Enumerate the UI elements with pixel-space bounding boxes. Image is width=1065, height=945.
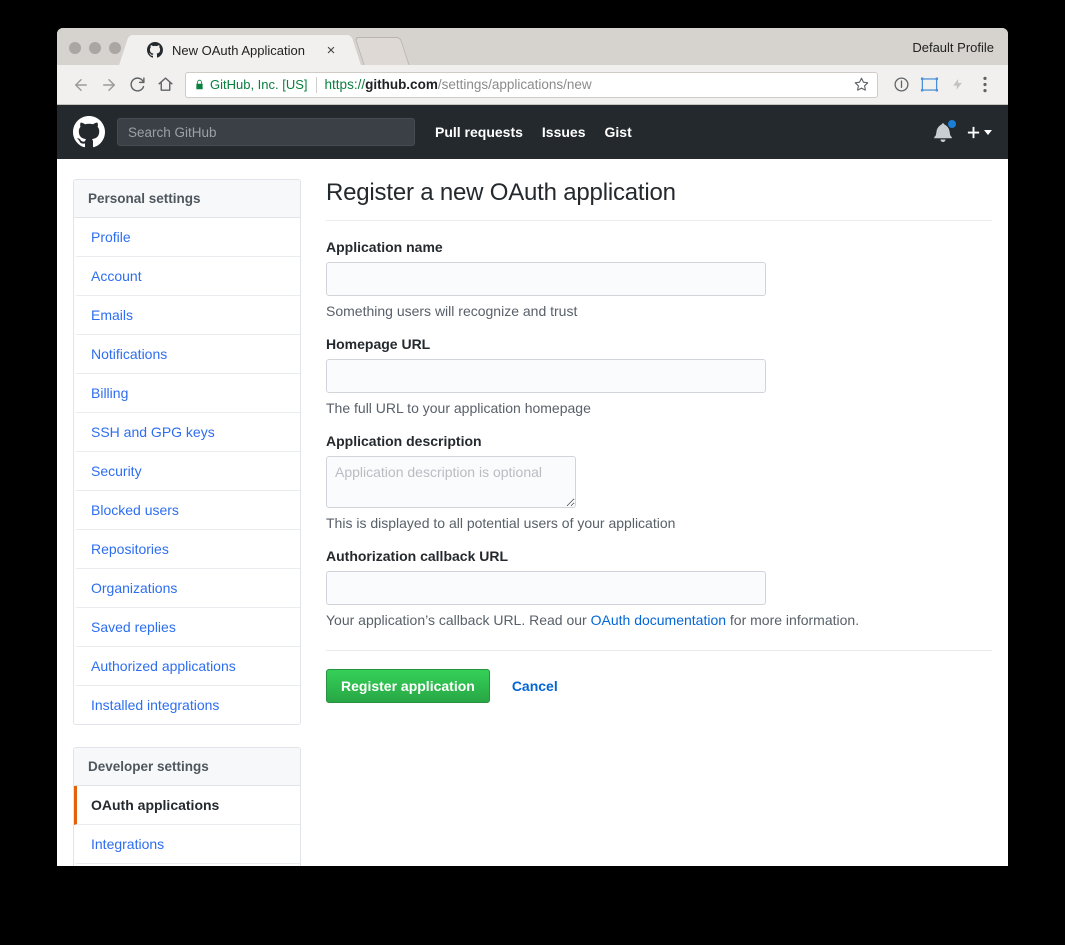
sidebar-item-saved-replies[interactable]: Saved replies <box>74 608 300 647</box>
reload-icon[interactable] <box>123 71 151 99</box>
sidebar-item-ssh-gpg-keys[interactable]: SSH and GPG keys <box>74 413 300 452</box>
note-application-description: This is displayed to all potential users… <box>326 515 992 531</box>
label-authorization-callback-url: Authorization callback URL <box>326 548 992 564</box>
lock-icon <box>194 78 205 91</box>
url-host: github.com <box>365 77 438 92</box>
nav-issues[interactable]: Issues <box>542 124 586 140</box>
form-actions: Register application Cancel <box>326 669 992 703</box>
actions-divider <box>326 650 992 651</box>
register-application-button[interactable]: Register application <box>326 669 490 703</box>
maximize-window-button[interactable] <box>109 42 121 54</box>
sidebar-heading-developer: Developer settings <box>74 748 300 786</box>
sidebar-item-organizations[interactable]: Organizations <box>74 569 300 608</box>
developer-settings-group: Developer settings OAuth applications In… <box>73 747 301 866</box>
sidebar-item-personal-access-tokens[interactable]: Personal access tokens <box>74 864 300 866</box>
search-input[interactable] <box>117 118 415 146</box>
field-application-description: Application description This is displaye… <box>326 433 992 531</box>
overflow-menu-icon[interactable] <box>972 72 998 98</box>
note-authorization-callback-url: Your application’s callback URL. Read ou… <box>326 612 992 628</box>
settings-page: Personal settings Profile Account Emails… <box>57 159 1008 866</box>
minimize-window-button[interactable] <box>89 42 101 54</box>
sidebar-heading-personal: Personal settings <box>74 180 300 218</box>
create-new-button[interactable] <box>966 125 992 140</box>
new-tab-button[interactable] <box>354 37 409 65</box>
star-icon[interactable] <box>854 77 869 92</box>
sidebar-item-repositories[interactable]: Repositories <box>74 530 300 569</box>
nav-gist[interactable]: Gist <box>605 124 632 140</box>
homepage-url-input[interactable] <box>326 359 766 393</box>
url-text: https://github.com/settings/applications… <box>325 77 848 92</box>
notification-dot <box>947 119 957 129</box>
cast-screen-icon[interactable] <box>916 72 942 98</box>
header-actions <box>934 122 992 142</box>
sidebar-item-account[interactable]: Account <box>74 257 300 296</box>
url-scheme: https:// <box>325 77 366 92</box>
note-homepage-url: The full URL to your application homepag… <box>326 400 992 416</box>
sidebar-item-oauth-applications[interactable]: OAuth applications <box>74 786 300 825</box>
note-text-after: for more information. <box>726 612 859 628</box>
sidebar-item-blocked-users[interactable]: Blocked users <box>74 491 300 530</box>
settings-sidebar: Personal settings Profile Account Emails… <box>73 179 301 866</box>
home-icon[interactable] <box>151 71 179 99</box>
title-divider <box>326 220 992 221</box>
application-name-input[interactable] <box>326 262 766 296</box>
page-title: Register a new OAuth application <box>326 179 992 220</box>
browser-window: New OAuth Application × Default Profile <box>57 28 1008 866</box>
close-tab-button[interactable]: × <box>321 40 341 60</box>
personal-settings-group: Personal settings Profile Account Emails… <box>73 179 301 725</box>
sidebar-item-security[interactable]: Security <box>74 452 300 491</box>
github-header: Pull requests Issues Gist <box>57 105 1008 159</box>
github-mark-icon[interactable] <box>73 116 105 148</box>
lightning-icon[interactable] <box>944 72 970 98</box>
tab-strip: New OAuth Application × Default Profile <box>57 28 1008 65</box>
sidebar-item-notifications[interactable]: Notifications <box>74 335 300 374</box>
header-nav: Pull requests Issues Gist <box>435 124 632 140</box>
oauth-documentation-link[interactable]: OAuth documentation <box>591 612 726 628</box>
sidebar-item-authorized-applications[interactable]: Authorized applications <box>74 647 300 686</box>
omnibox-divider <box>316 77 317 93</box>
bell-icon[interactable] <box>934 122 952 142</box>
plus-icon <box>966 125 981 140</box>
application-description-textarea[interactable] <box>326 456 576 508</box>
url-path: /settings/applications/new <box>438 77 592 92</box>
nav-pull-requests[interactable]: Pull requests <box>435 124 523 140</box>
github-icon <box>147 42 163 58</box>
browser-tab-active[interactable]: New OAuth Application × <box>131 35 349 65</box>
sidebar-item-integrations[interactable]: Integrations <box>74 825 300 864</box>
label-homepage-url: Homepage URL <box>326 336 992 352</box>
label-application-description: Application description <box>326 433 992 449</box>
field-homepage-url: Homepage URL The full URL to your applic… <box>326 336 992 416</box>
note-application-name: Something users will recognize and trust <box>326 303 992 319</box>
arrow-right-icon[interactable] <box>95 71 123 99</box>
field-authorization-callback-url: Authorization callback URL Your applicat… <box>326 548 992 628</box>
note-text-before: Your application’s callback URL. Read ou… <box>326 612 591 628</box>
sidebar-item-installed-integrations[interactable]: Installed integrations <box>74 686 300 724</box>
sidebar-item-profile[interactable]: Profile <box>74 218 300 257</box>
main-content: Register a new OAuth application Applica… <box>301 179 992 866</box>
info-circle-icon[interactable] <box>888 72 914 98</box>
site-identity-label: GitHub, Inc. [US] <box>210 77 308 92</box>
sidebar-item-emails[interactable]: Emails <box>74 296 300 335</box>
cancel-link[interactable]: Cancel <box>512 678 558 694</box>
label-application-name: Application name <box>326 239 992 255</box>
profile-label[interactable]: Default Profile <box>912 40 994 55</box>
sidebar-item-billing[interactable]: Billing <box>74 374 300 413</box>
close-window-button[interactable] <box>69 42 81 54</box>
address-bar[interactable]: GitHub, Inc. [US] https://github.com/set… <box>185 72 878 98</box>
arrow-left-icon[interactable] <box>67 71 95 99</box>
field-application-name: Application name Something users will re… <box>326 239 992 319</box>
browser-toolbar: GitHub, Inc. [US] https://github.com/set… <box>57 65 1008 105</box>
tab-title: New OAuth Application <box>172 43 311 58</box>
authorization-callback-url-input[interactable] <box>326 571 766 605</box>
chevron-down-icon <box>984 130 992 135</box>
